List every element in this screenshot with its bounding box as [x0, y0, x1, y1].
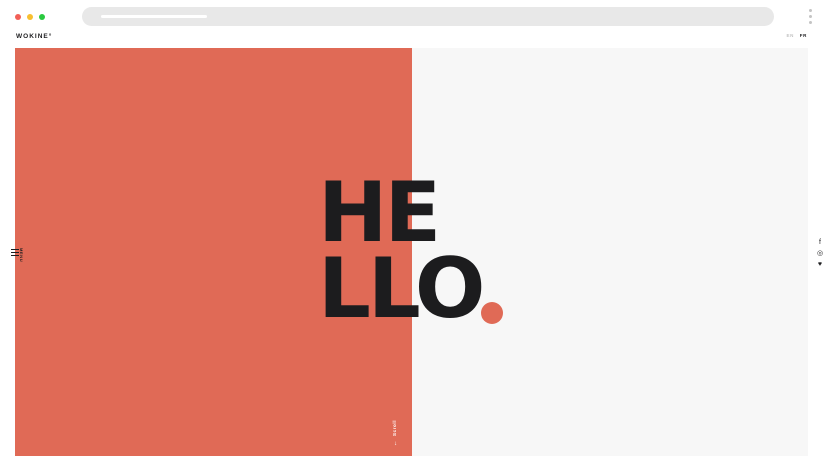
maximize-window-button[interactable]: [39, 14, 45, 20]
language-switcher: EN FR: [782, 33, 807, 38]
facebook-icon[interactable]: f: [816, 237, 824, 248]
address-bar[interactable]: [82, 7, 774, 26]
hero-accent-dot: [481, 302, 503, 324]
page: WOKINE° EN FR HE LLO MENU f ◎ ♥ Scroll ↓: [0, 0, 826, 465]
address-bar-placeholder: [101, 15, 207, 18]
menu-label[interactable]: MENU: [19, 248, 24, 262]
minimize-window-button[interactable]: [27, 14, 33, 20]
site-logo[interactable]: WOKINE°: [16, 33, 52, 40]
twitter-icon[interactable]: ♥: [816, 259, 824, 270]
instagram-icon[interactable]: ◎: [816, 248, 824, 259]
language-fr-link[interactable]: FR: [800, 33, 807, 38]
close-window-button[interactable]: [15, 14, 21, 20]
kebab-menu-icon[interactable]: [809, 9, 813, 25]
scroll-label[interactable]: Scroll: [392, 420, 397, 436]
browser-chrome: [0, 0, 826, 32]
language-en-link[interactable]: EN: [786, 33, 793, 38]
scroll-down-arrow-icon[interactable]: ↓: [394, 441, 397, 447]
social-links: f ◎ ♥: [816, 237, 824, 270]
